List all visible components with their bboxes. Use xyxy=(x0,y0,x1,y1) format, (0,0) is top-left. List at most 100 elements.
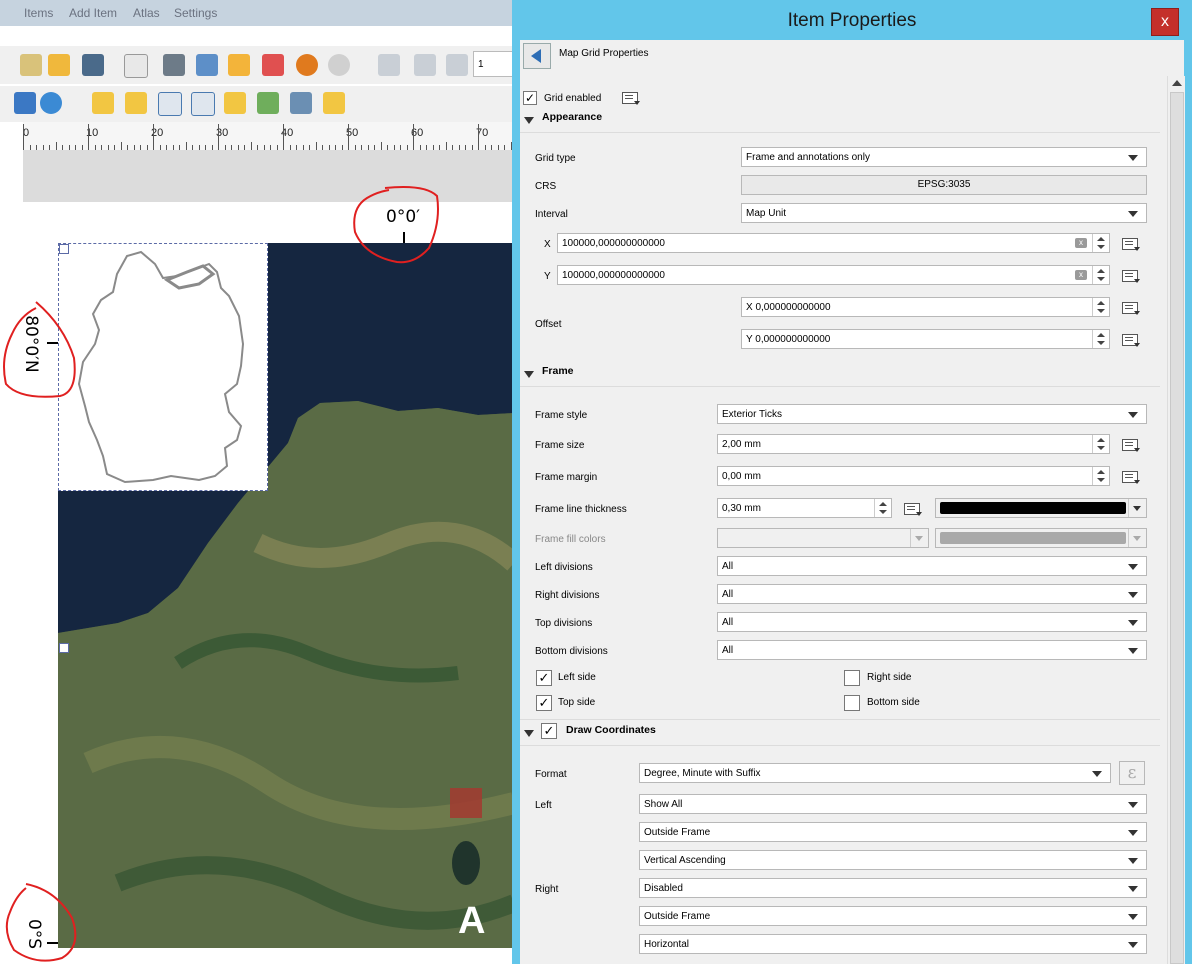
left-position-combo[interactable]: Outside Frame xyxy=(639,822,1147,842)
interval-y-spinbox[interactable]: 100000,000000000000 x xyxy=(557,265,1110,285)
frame-fill-color-2-button[interactable] xyxy=(935,528,1147,548)
bottom-side-checkbox[interactable] xyxy=(844,695,860,711)
clear-icon[interactable]: x xyxy=(1075,238,1087,248)
draw-coordinates-section-title[interactable]: Draw Coordinates xyxy=(566,724,656,736)
overview-map-inset[interactable] xyxy=(58,243,268,491)
top-divisions-combo[interactable]: All xyxy=(717,612,1147,632)
chevron-down-icon xyxy=(1128,830,1138,836)
save-icon[interactable] xyxy=(82,54,104,76)
data-defined-override-icon[interactable] xyxy=(1120,330,1142,348)
right-position-combo[interactable]: Outside Frame xyxy=(639,906,1147,926)
right-show-value: Disabled xyxy=(644,883,683,894)
data-defined-override-icon[interactable] xyxy=(1120,266,1142,284)
scroll-up-icon[interactable] xyxy=(1172,80,1182,86)
expression-button[interactable]: ε xyxy=(1119,761,1145,785)
left-side-label: Left side xyxy=(558,672,596,683)
menu-add-item[interactable]: Add Item xyxy=(69,6,117,20)
frame-line-color-button[interactable] xyxy=(935,498,1147,518)
right-direction-combo[interactable]: Horizontal xyxy=(639,934,1147,954)
previous-feature-icon[interactable] xyxy=(446,54,468,76)
left-side-checkbox[interactable]: ✓ xyxy=(536,670,552,686)
data-defined-override-icon[interactable] xyxy=(1120,435,1142,453)
distribute-items-icon[interactable] xyxy=(290,92,312,114)
menu-atlas[interactable]: Atlas xyxy=(133,6,160,20)
offset-y-spinbox[interactable]: Y 0,000000000000 xyxy=(741,329,1110,349)
frame-style-combo[interactable]: Exterior Ticks xyxy=(717,404,1147,424)
data-defined-override-icon[interactable] xyxy=(1120,467,1142,485)
left-direction-combo[interactable]: Vertical Ascending xyxy=(639,850,1147,870)
resize-items-icon[interactable] xyxy=(323,92,345,114)
right-divisions-combo[interactable]: All xyxy=(717,584,1147,604)
back-arrow-icon xyxy=(531,49,541,63)
frame-fill-color-1-button[interactable] xyxy=(717,528,929,548)
format-combo[interactable]: Degree, Minute with Suffix xyxy=(639,763,1111,783)
chevron-down-icon xyxy=(1128,648,1138,654)
atlas-page-value: 1 xyxy=(478,59,484,70)
redo-icon[interactable] xyxy=(328,54,350,76)
frame-style-value: Exterior Ticks xyxy=(722,409,783,420)
data-defined-override-icon[interactable] xyxy=(902,499,924,517)
resize-handle[interactable] xyxy=(59,643,69,653)
undo-icon[interactable] xyxy=(296,54,318,76)
grid-properties-scroll-area[interactable]: ✓ Grid enabled Appearance Grid type Fram… xyxy=(520,76,1166,964)
ruler-tick xyxy=(88,124,89,150)
collapse-arrow-icon[interactable] xyxy=(524,117,534,124)
export-image-icon[interactable] xyxy=(196,54,218,76)
back-button[interactable] xyxy=(523,43,551,69)
atlas-preview-icon[interactable] xyxy=(378,54,400,76)
right-side-checkbox[interactable] xyxy=(844,670,860,686)
right-annotation-label: Right xyxy=(535,884,559,895)
first-feature-icon[interactable] xyxy=(414,54,436,76)
left-show-combo[interactable]: Show All xyxy=(639,794,1147,814)
data-defined-override-icon[interactable] xyxy=(1120,234,1142,252)
data-defined-override-icon[interactable] xyxy=(620,88,642,106)
offset-x-spinbox[interactable]: X 0,000000000000 xyxy=(741,297,1110,317)
data-defined-override-icon[interactable] xyxy=(1120,298,1142,316)
scrollbar-thumb[interactable] xyxy=(1170,92,1184,964)
raise-items-icon[interactable] xyxy=(224,92,246,114)
menu-items[interactable]: Items xyxy=(24,6,53,20)
frame-section-title[interactable]: Frame xyxy=(542,365,574,377)
export-pdf-icon[interactable] xyxy=(262,54,284,76)
frame-size-spinbox[interactable]: 2,00 mm xyxy=(717,434,1110,454)
interval-y-value: 100000,000000000000 xyxy=(562,270,665,281)
refresh-icon[interactable] xyxy=(40,92,62,114)
grid-enabled-checkbox[interactable]: ✓ xyxy=(523,91,537,105)
left-annotation-label: Left xyxy=(535,800,552,811)
new-layout-icon[interactable] xyxy=(124,54,148,78)
print-icon[interactable] xyxy=(163,54,185,76)
appearance-section-title[interactable]: Appearance xyxy=(542,111,602,123)
zoom-selection-icon[interactable] xyxy=(191,92,215,116)
folder-icon[interactable] xyxy=(48,54,70,76)
collapse-arrow-icon[interactable] xyxy=(524,730,534,737)
frame-line-thickness-spinbox[interactable]: 0,30 mm xyxy=(717,498,892,518)
draw-coordinates-checkbox[interactable]: ✓ xyxy=(541,723,557,739)
left-divisions-label: Left divisions xyxy=(535,562,593,573)
lock-icon[interactable] xyxy=(14,92,36,114)
grid-type-combo[interactable]: Frame and annotations only xyxy=(741,147,1147,167)
frame-margin-spinbox[interactable]: 0,00 mm xyxy=(717,466,1110,486)
chevron-down-icon xyxy=(1128,412,1138,418)
unlock-items-icon[interactable] xyxy=(125,92,147,114)
ruler-tick xyxy=(478,124,479,150)
align-items-icon[interactable] xyxy=(257,92,279,114)
left-divisions-combo[interactable]: All xyxy=(717,556,1147,576)
resize-handle[interactable] xyxy=(59,244,69,254)
vertical-scrollbar[interactable] xyxy=(1167,76,1185,964)
interval-x-spinbox[interactable]: 100000,000000000000 x xyxy=(557,233,1110,253)
lock-items-icon[interactable] xyxy=(92,92,114,114)
interval-units-combo[interactable]: Map Unit xyxy=(741,203,1147,223)
clear-icon[interactable]: x xyxy=(1075,270,1087,280)
crs-button[interactable]: EPSG:3035 xyxy=(741,175,1147,195)
right-show-combo[interactable]: Disabled xyxy=(639,878,1147,898)
edit-icon[interactable] xyxy=(20,54,42,76)
menu-settings[interactable]: Settings xyxy=(174,6,217,20)
dialog-titlebar[interactable]: Item Properties x xyxy=(512,0,1192,40)
export-svg-icon[interactable] xyxy=(228,54,250,76)
bottom-divisions-combo[interactable]: All xyxy=(717,640,1147,660)
chevron-down-icon xyxy=(1128,564,1138,570)
top-side-checkbox[interactable]: ✓ xyxy=(536,695,552,711)
collapse-arrow-icon[interactable] xyxy=(524,371,534,378)
close-button[interactable]: x xyxy=(1151,8,1179,36)
zoom-full-icon[interactable] xyxy=(158,92,182,116)
